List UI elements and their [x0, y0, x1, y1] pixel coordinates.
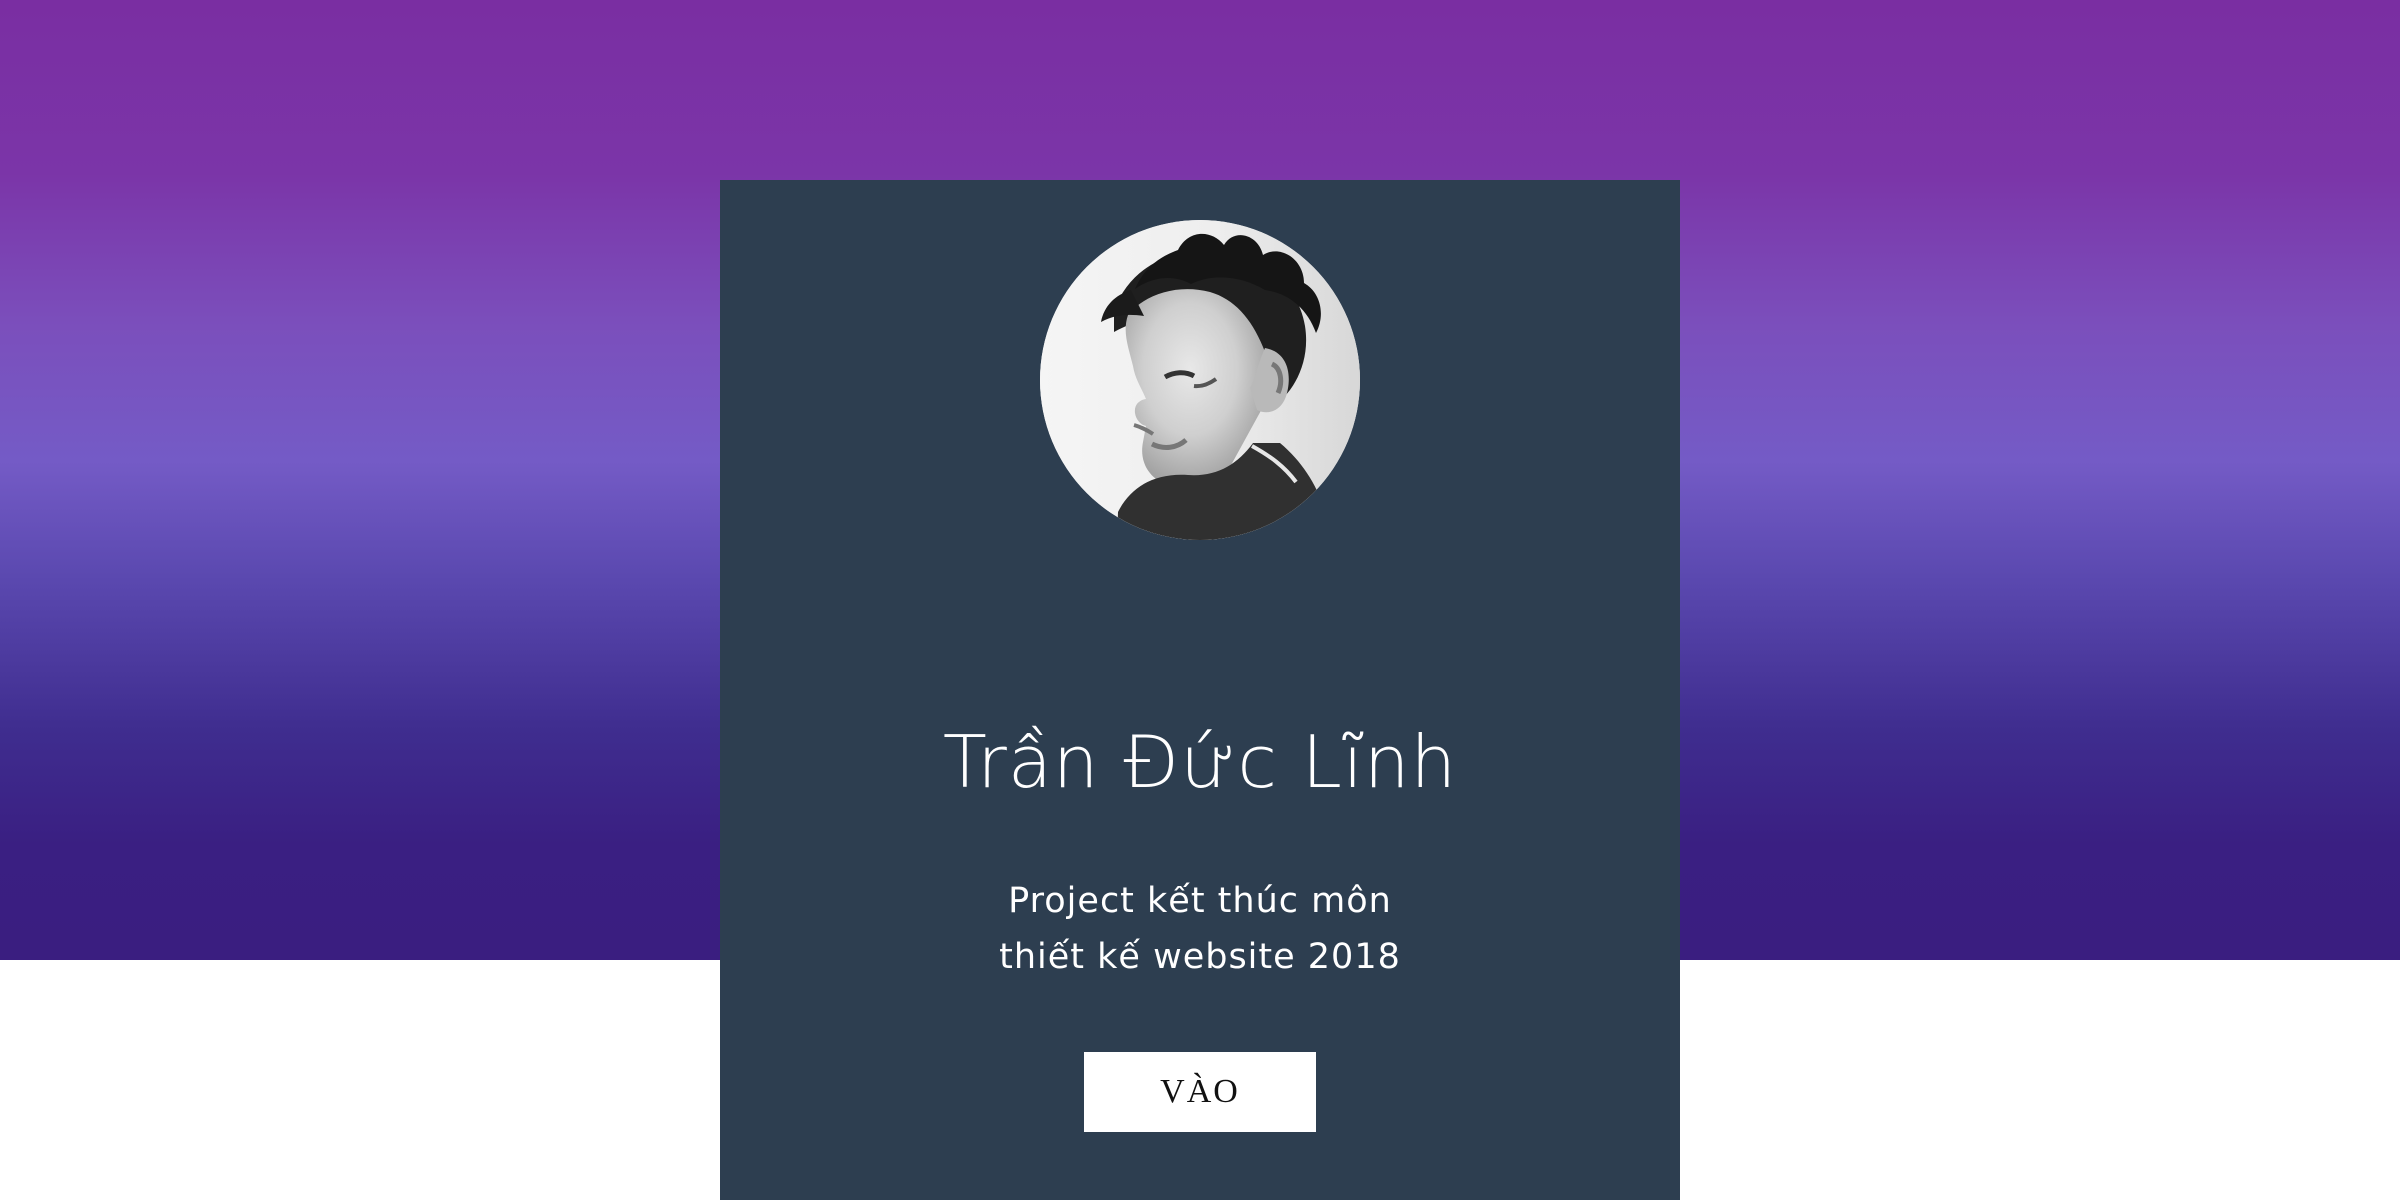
- person-name: Trần Đức Lĩnh: [942, 720, 1458, 805]
- subtitle-line-2: thiết kế website 2018: [999, 937, 1401, 977]
- profile-avatar: [1040, 220, 1360, 540]
- subtitle-line-1: Project kết thúc môn: [1008, 881, 1392, 921]
- enter-button[interactable]: VÀO: [1084, 1052, 1316, 1132]
- project-subtitle: Project kết thúc môn thiết kế website 20…: [720, 873, 1680, 985]
- person-profile-photo-icon: [1040, 220, 1360, 540]
- profile-card: Trần Đức Lĩnh Project kết thúc môn thiết…: [720, 180, 1680, 1200]
- landing-page: Trần Đức Lĩnh Project kết thúc môn thiết…: [0, 0, 2400, 1200]
